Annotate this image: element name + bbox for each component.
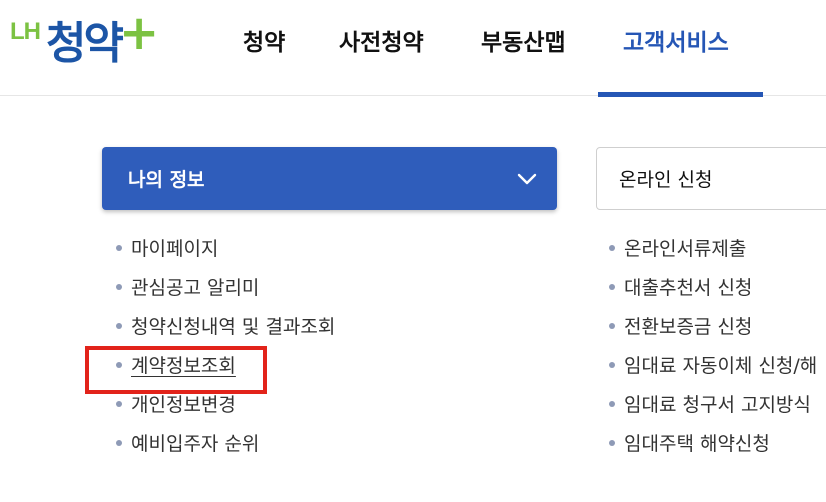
menu-item-rent-bill-method[interactable]: 임대료 청구서 고지방식 <box>609 384 817 423</box>
bullet-icon <box>116 400 122 407</box>
bullet-icon <box>116 244 122 251</box>
my-info-dropdown-label: 나의 정보 <box>128 169 205 191</box>
menu-item-mypage[interactable]: 마이페이지 <box>116 228 335 267</box>
bullet-icon <box>609 361 615 368</box>
nav-item-customer-service[interactable]: 고객서비스 <box>623 20 729 60</box>
lh-logo[interactable]: LH 청약 + <box>10 4 159 74</box>
menu-item-loan-recommendation[interactable]: 대출추천서 신청 <box>609 267 817 306</box>
bullet-icon <box>116 439 122 446</box>
logo-main-text: 청약 <box>46 18 124 69</box>
bullet-icon <box>609 244 615 251</box>
online-application-dropdown[interactable]: 온라인 신청 <box>596 147 826 210</box>
menu-item-waitlist-rank[interactable]: 예비입주자 순위 <box>116 423 335 462</box>
active-nav-indicator <box>598 92 763 97</box>
menu-item-online-documents[interactable]: 온라인서류제출 <box>609 228 817 267</box>
menu-item-rent-autopay[interactable]: 임대료 자동이체 신청/해 <box>609 345 817 384</box>
bullet-icon <box>609 283 615 290</box>
bullet-icon <box>116 361 122 368</box>
menu-item-lease-termination[interactable]: 임대주택 해약신청 <box>609 423 817 462</box>
bullet-icon <box>609 439 615 446</box>
menu-item-personal-info-change[interactable]: 개인정보변경 <box>116 384 335 423</box>
site-header: LH 청약 + 청약 사전청약 부동산맵 고객서비스 <box>0 0 826 97</box>
logo-plus-icon: + <box>118 5 160 61</box>
my-info-menu: 마이페이지 관심공고 알리미 청약신청내역 및 결과조회 계약정보조회 개인정보… <box>116 228 335 462</box>
menu-item-application-history[interactable]: 청약신청내역 및 결과조회 <box>116 306 335 345</box>
menu-item-deposit-conversion[interactable]: 전환보증금 신청 <box>609 306 817 345</box>
nav-item-cheongyak[interactable]: 청약 <box>243 20 285 60</box>
bullet-icon <box>116 283 122 290</box>
nav-item-presale[interactable]: 사전청약 <box>339 20 424 60</box>
nav-item-realestate-map[interactable]: 부동산맵 <box>481 20 566 60</box>
logo-lh-text: LH <box>10 18 41 45</box>
chevron-down-icon <box>517 173 537 185</box>
online-application-menu: 온라인서류제출 대출추천서 신청 전환보증금 신청 임대료 자동이체 신청/해 … <box>609 228 817 462</box>
my-info-dropdown[interactable]: 나의 정보 <box>102 147 557 210</box>
bullet-icon <box>609 400 615 407</box>
online-application-dropdown-label: 온라인 신청 <box>619 169 713 191</box>
bullet-icon <box>609 322 615 329</box>
menu-item-contract-info[interactable]: 계약정보조회 <box>116 345 335 384</box>
bullet-icon <box>116 322 122 329</box>
menu-item-interest-alert[interactable]: 관심공고 알리미 <box>116 267 335 306</box>
